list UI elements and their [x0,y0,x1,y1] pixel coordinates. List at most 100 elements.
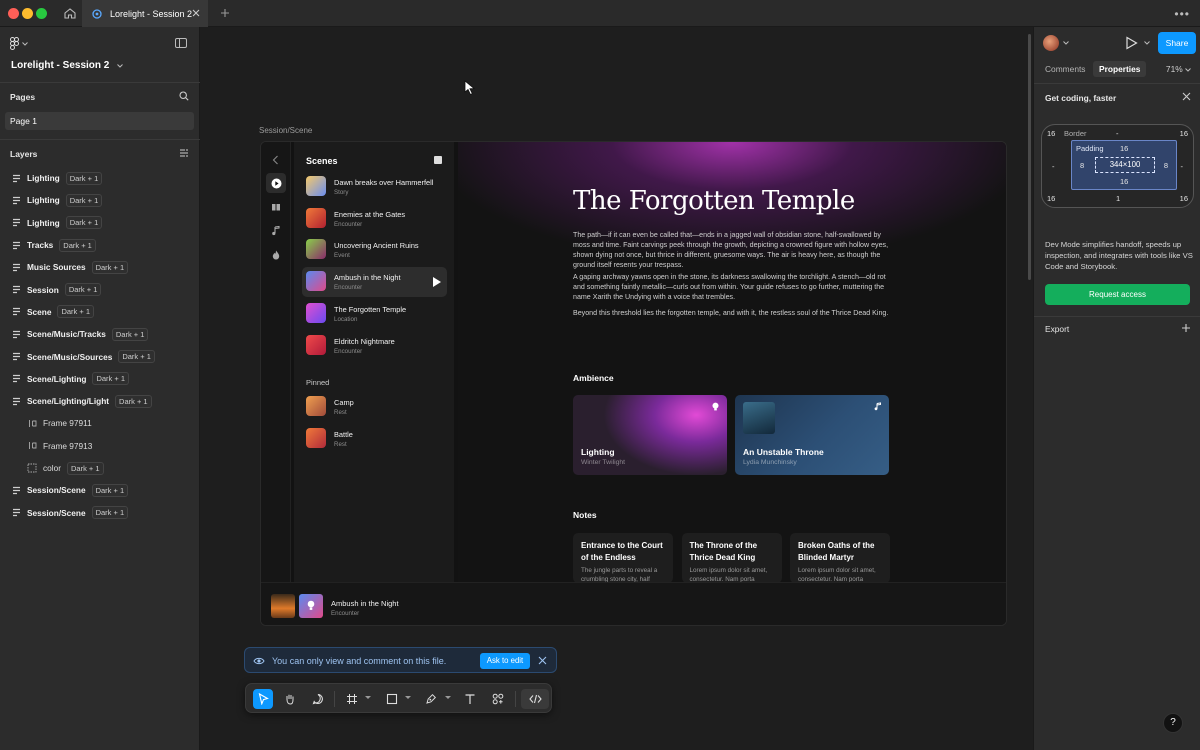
main-menu-button[interactable] [10,37,28,50]
add-export-icon[interactable] [1181,323,1191,333]
tab-properties[interactable]: Properties [1093,61,1147,77]
layer-row[interactable]: Frame 97911 [0,412,200,434]
note-card[interactable]: The Throne of the Thrice Dead King Lorem … [681,533,782,582]
comment-tool-icon[interactable] [308,689,328,709]
tab-comments[interactable]: Comments [1039,61,1092,77]
close-icon[interactable] [1182,92,1191,101]
text-tool-icon[interactable] [460,689,480,709]
rectangle-tool-icon[interactable] [382,689,402,709]
scene-thumbnail [306,271,326,292]
layer-row[interactable]: Frame 97913 [0,435,200,457]
layer-name: Scene/Lighting/Light [27,396,110,407]
vertical-scrollbar[interactable] [1028,34,1031,280]
frame-label[interactable]: Session/Scene [259,126,312,135]
close-tab-icon[interactable] [190,7,202,19]
layer-name: Scene/Lighting [27,373,87,384]
dev-mode-toggle[interactable] [521,689,549,709]
now-playing-scene-thumb [299,594,323,618]
layer-row[interactable]: Scene/Lighting Dark + 1 [0,368,200,390]
ask-to-edit-button[interactable]: Ask to edit [480,653,530,669]
move-tool-icon[interactable] [253,689,273,709]
ambience-card-music[interactable]: An Unstable Throne Lydia Munchinsky [735,395,889,475]
layer-row[interactable]: Scene/Music/Sources Dark + 1 [0,345,200,367]
search-icon[interactable] [179,91,189,101]
layers-list: Lighting Dark + 1 Lighting Dark + 1 Lighting… [0,167,200,524]
file-title-menu[interactable]: Lorelight - Session 2 [11,60,124,71]
zoom-value: 71% [1165,64,1183,74]
frame-icon [27,441,37,451]
ambience-card-lighting[interactable]: Lighting Winter Twilight [573,395,727,475]
canvas[interactable]: Session/Scene Scenes Dawn breaks over Ha… [200,27,1033,750]
close-window-button[interactable] [8,8,19,19]
hand-tool-icon[interactable] [280,689,300,709]
left-sidebar: Lorelight - Session 2 Pages Page 1 Layer… [0,27,200,750]
maximize-window-button[interactable] [36,8,47,19]
panel-toggle-icon[interactable] [175,38,187,48]
layer-row[interactable]: Lighting Dark + 1 [0,212,200,234]
layer-row[interactable]: Tracks Dark + 1 [0,234,200,256]
pen-tool-caret-icon[interactable] [445,696,451,699]
radius-top-left: 16 [1047,129,1056,138]
minimize-window-button[interactable] [22,8,33,19]
scene-item-type: Encounter [334,347,363,355]
note-card[interactable]: Entrance to the Court of the Endless The … [573,533,673,582]
zoom-level[interactable]: 71% [1166,64,1191,74]
play-icon[interactable] [433,277,441,288]
play-nav-icon[interactable] [266,173,286,193]
scene-item[interactable]: Enemies at the Gates Encounter [302,204,447,234]
chevron-down-icon[interactable] [1144,41,1150,45]
close-icon[interactable] [538,656,547,665]
layer-row[interactable]: Session/Scene Dark + 1 [0,501,200,523]
layer-row[interactable]: color Dark + 1 [0,457,200,479]
scene-item[interactable]: The Forgotten Temple Location [302,299,447,329]
music-note-icon[interactable] [269,224,283,238]
scene-item[interactable]: Uncovering Ancient Ruins Event [302,235,447,265]
file-tab[interactable]: Lorelight - Session 2 [82,0,208,27]
scene-item[interactable]: Eldritch Nightmare Encounter [302,331,447,361]
book-icon[interactable] [269,200,283,214]
frame-tool-caret-icon[interactable] [365,696,371,699]
album-art [743,402,775,434]
session-scene-frame[interactable]: Scenes Dawn breaks over Hammerfell Story E… [260,141,1007,626]
present-play-icon[interactable] [1125,36,1138,50]
layer-row[interactable]: Session Dark + 1 [0,278,200,300]
add-scene-icon[interactable] [434,156,442,164]
flame-icon[interactable] [269,248,283,262]
layer-row[interactable]: Session/Scene Dark + 1 [0,479,200,501]
scene-item-type: Location [334,315,358,323]
scene-item[interactable]: Ambush in the Night Encounter [302,267,447,298]
layer-badge: Dark + 1 [115,394,152,408]
chevron-down-icon[interactable] [1063,41,1069,45]
frame-tool-icon[interactable] [342,689,362,709]
layer-row[interactable]: Lighting Dark + 1 [0,189,200,211]
collapse-layers-icon[interactable] [179,148,189,158]
new-tab-icon[interactable] [218,6,232,20]
shape-tool-caret-icon[interactable] [405,696,411,699]
pinned-title: Pinned [306,378,330,387]
toast-message: You can only view and comment on this fi… [272,656,447,666]
request-access-button[interactable]: Request access [1045,284,1190,305]
layer-row[interactable]: Lighting Dark + 1 [0,167,200,189]
layer-row[interactable]: Scene Dark + 1 [0,301,200,323]
pen-tool-icon[interactable] [421,689,441,709]
resources-tool-icon[interactable] [488,689,508,709]
view-only-toast: You can only view and comment on this fi… [244,647,557,673]
layer-row[interactable]: Scene/Music/Tracks Dark + 1 [0,323,200,345]
layer-name: Scene/Music/Sources [27,351,113,362]
back-chevron-icon[interactable] [269,153,283,167]
scene-item[interactable]: Dawn breaks over Hammerfell Story [302,172,447,202]
note-card[interactable]: Broken Oaths of the Blinded Martyr Lorem … [790,533,890,582]
home-icon[interactable] [60,4,80,23]
layer-badge: Dark + 1 [111,327,149,341]
layer-row[interactable]: Music Sources Dark + 1 [0,256,200,278]
avatar[interactable] [1043,35,1059,51]
scene-item[interactable]: Camp Rest [302,392,447,422]
more-options-icon[interactable]: ••• [1174,7,1190,21]
page-item[interactable]: Page 1 [5,112,194,130]
scene-item[interactable]: Battle Rest [302,424,447,454]
scene-thumbnail [306,302,326,323]
layer-row[interactable]: Scene/Lighting/Light Dark + 1 [0,390,200,412]
radius-bottom-right: 16 [1179,194,1188,203]
help-button[interactable]: ? [1163,713,1183,733]
share-button[interactable]: Share [1158,32,1196,54]
